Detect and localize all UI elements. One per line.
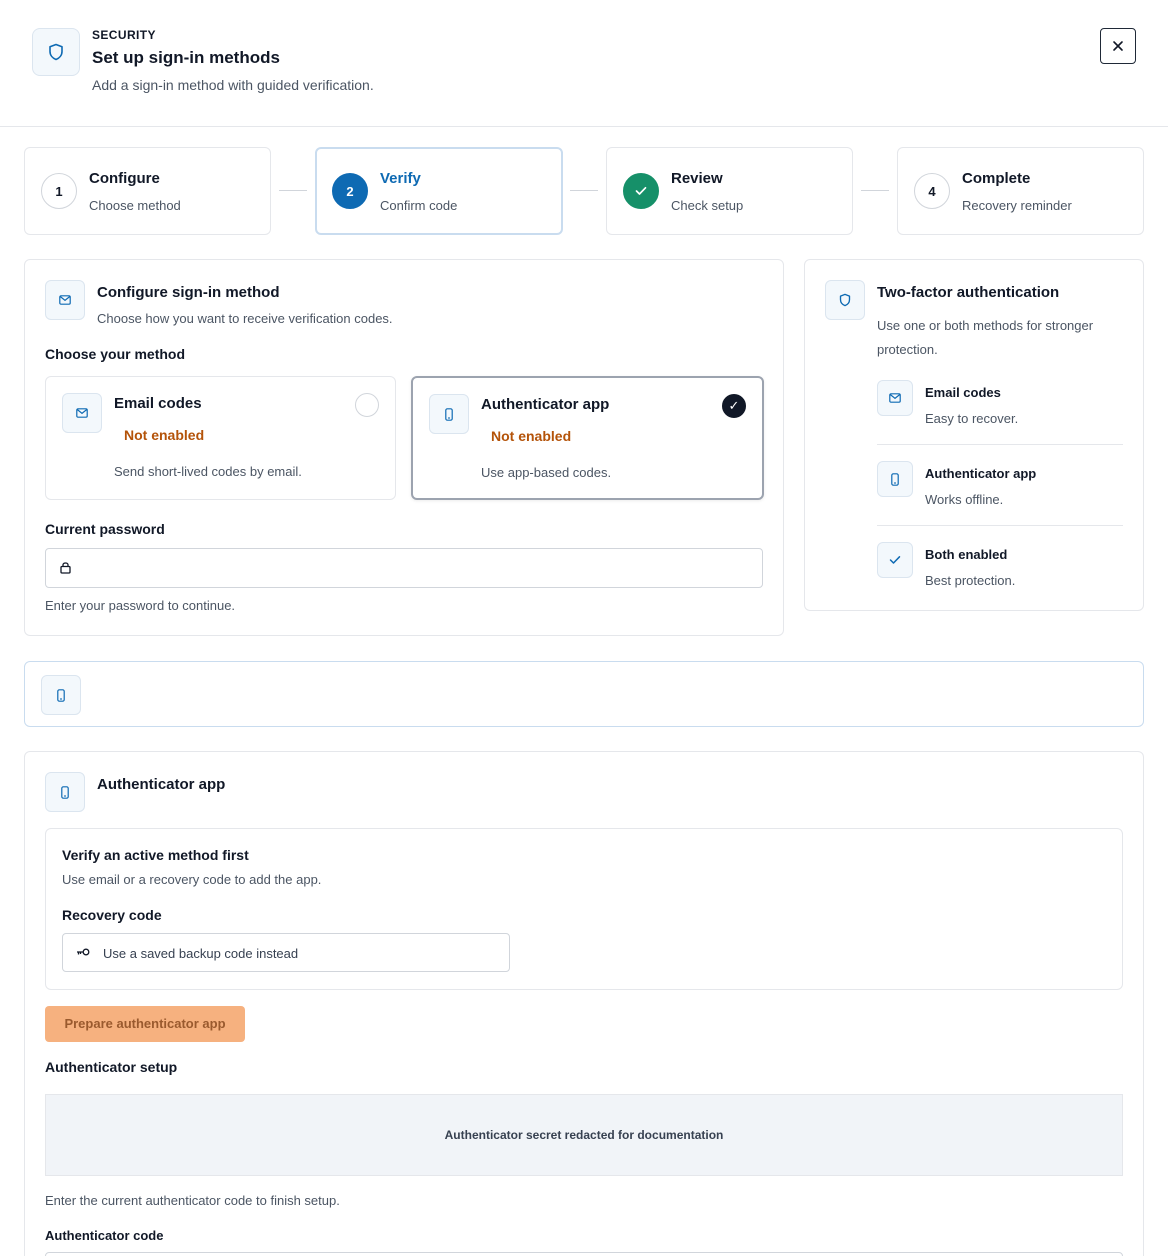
method-option-email[interactable]: Email codes Not enabled Send short-lived… [45,376,396,500]
configure-subtitle: Choose how you want to receive verificat… [97,311,393,326]
shield-icon [32,28,80,76]
phone-icon [45,772,85,812]
twofa-subtitle: Use one or both methods for stronger pro… [877,318,1094,357]
twofa-item-title: Both enabled [925,547,1008,562]
phone-icon [429,394,469,434]
recovery-code-input[interactable]: Use a saved backup code instead [62,933,510,972]
method-option-authenticator[interactable]: Authenticator app ✓ Not enabled Use app-… [411,376,764,500]
authenticator-code-label: Authenticator code [45,1228,164,1243]
twofa-item-subtitle: Works offline. [925,492,1004,507]
shield-icon [825,280,865,320]
step-configure[interactable]: 1 Configure Choose method [24,147,271,235]
recovery-code-placeholder: Use a saved backup code instead [103,946,299,961]
method-radio[interactable] [355,393,379,417]
step-complete[interactable]: 4 Complete Recovery reminder [897,147,1144,235]
step-done-badge [623,173,659,209]
method-description: Use app-based codes. [481,465,612,480]
header-eyebrow: SECURITY [92,28,156,42]
authenticator-secret: Authenticator secret redacted for docume… [45,1094,1123,1176]
close-icon [1112,40,1124,52]
divider [877,444,1123,445]
method-name: Email codes [114,395,202,412]
step-subtitle: Confirm code [380,198,458,213]
authenticator-secret-text: Authenticator secret redacted for docume… [444,1128,724,1142]
prepare-authenticator-button[interactable]: Prepare authenticator app [45,1006,245,1042]
method-name: Authenticator app [481,396,610,413]
lock-icon [60,561,71,574]
twofa-item-title: Authenticator app [925,466,1037,481]
step-verify[interactable]: 2 Verify Confirm code [315,147,563,235]
status-badge: Not enabled [491,428,572,444]
step-number: 4 [914,173,950,209]
authenticator-code-input[interactable] [45,1252,1123,1256]
step-connector [279,190,307,191]
page-subtitle: Add a sign-in method with guided verific… [92,77,374,93]
step-title: Configure [89,170,160,187]
page-title: Set up sign-in methods [92,48,280,67]
verify-first-subtitle: Use email or a recovery code to add the … [62,872,322,887]
recovery-code-label: Recovery code [62,907,162,923]
finish-setup-hint: Enter the current authenticator code to … [45,1193,340,1208]
method-radio-checked[interactable]: ✓ [722,394,746,418]
twofa-title: Two-factor authentication [877,284,1060,301]
check-icon: ✓ [728,398,740,413]
mail-icon [45,280,85,320]
mail-icon [62,393,102,433]
password-label: Current password [45,521,165,537]
close-button[interactable] [1100,28,1136,64]
step-review[interactable]: Review Check setup [606,147,853,235]
divider [877,525,1123,526]
phone-icon [877,461,913,497]
step-number: 1 [41,173,77,209]
step-subtitle: Check setup [671,198,744,213]
twofa-card: Two-factor authentication Use one or bot… [804,259,1144,611]
authenticator-card: Authenticator app [24,751,1144,1256]
authenticator-title: Authenticator app [97,776,226,793]
password-help: Enter your password to continue. [45,598,236,613]
twofa-item-subtitle: Best protection. [925,573,1016,588]
phone-icon [41,675,81,715]
configure-title: Configure sign-in method [97,284,280,301]
step-number: 2 [332,173,368,209]
step-subtitle: Choose method [89,198,181,213]
step-title: Complete [962,170,1031,187]
authenticator-setup-title: Authenticator setup [45,1059,178,1075]
method-description: Send short-lived codes by email. [114,464,302,479]
key-icon [76,948,90,956]
check-icon [877,542,913,578]
page-header: SECURITY Set up sign-in methods Add a si… [0,0,1168,127]
step-title: Verify [380,170,421,187]
step-title: Review [671,170,723,187]
choose-method-label: Choose your method [45,346,186,362]
step-connector [861,190,889,191]
password-field[interactable] [45,548,763,588]
status-badge: Not enabled [124,427,205,443]
twofa-item-subtitle: Easy to recover. [925,411,1019,426]
verify-first-title: Verify an active method first [62,847,249,863]
step-connector [570,190,598,191]
check-icon [635,186,647,196]
mail-icon [877,380,913,416]
step-subtitle: Recovery reminder [962,198,1072,213]
twofa-item-title: Email codes [925,385,1001,400]
method-banner [24,661,1144,727]
